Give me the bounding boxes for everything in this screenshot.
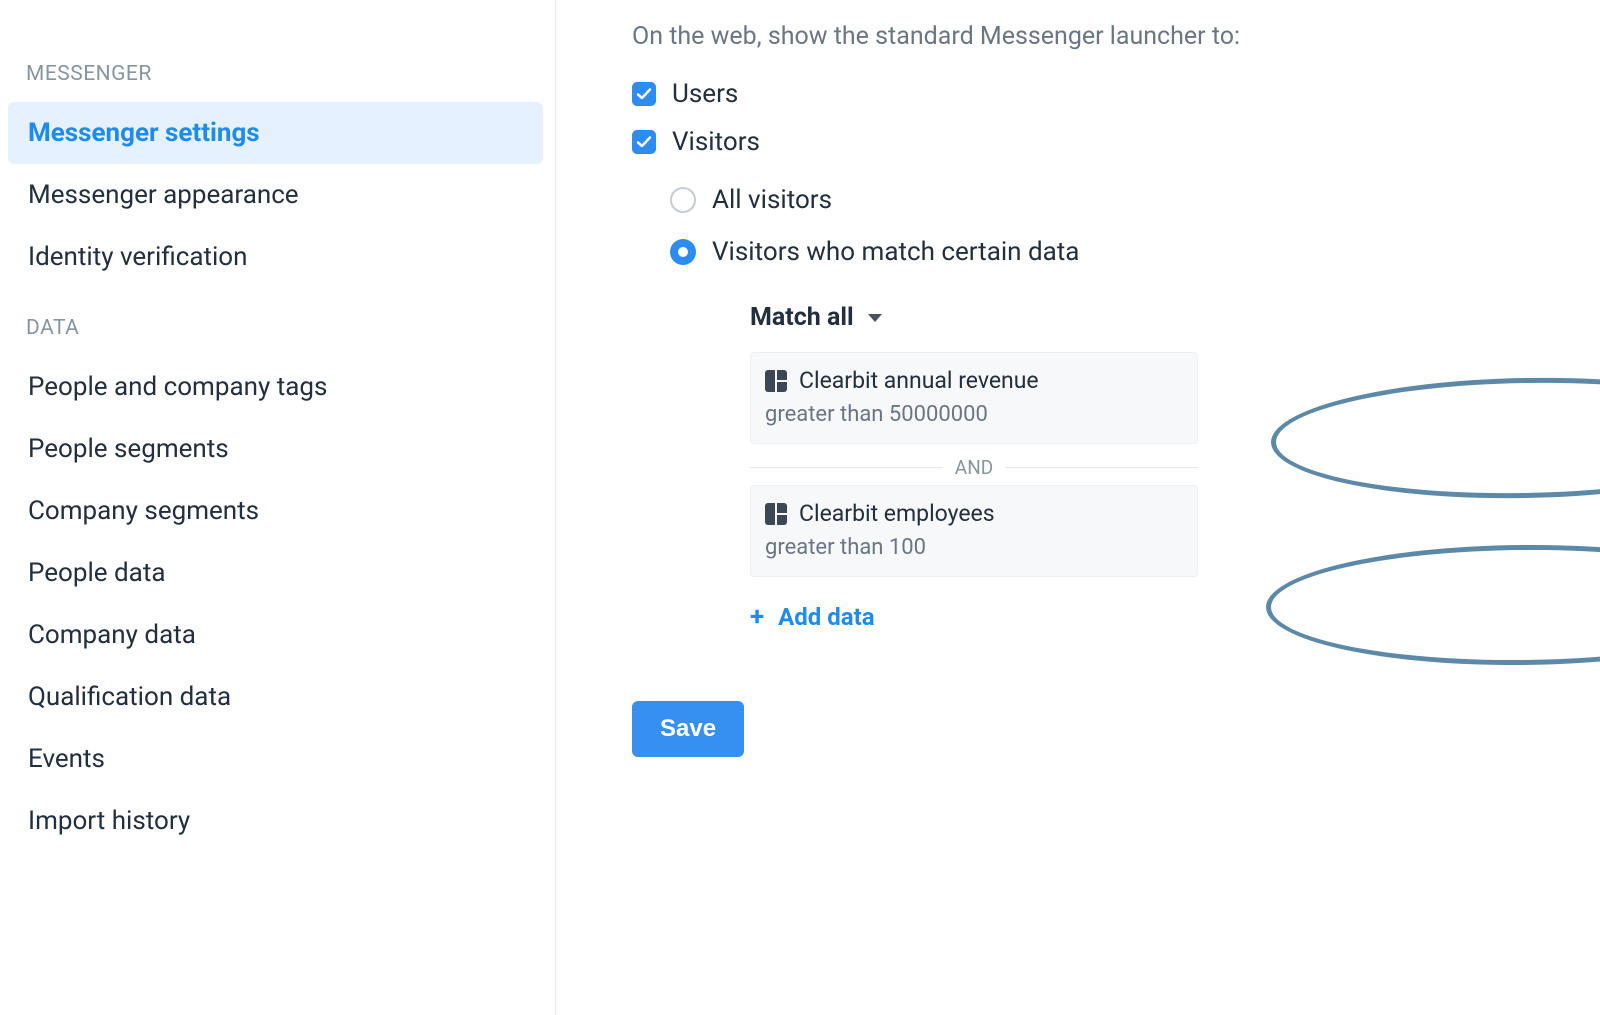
checkbox-label: Visitors	[672, 127, 760, 157]
radio-match-data[interactable]: Visitors who match certain data	[670, 237, 1560, 267]
sidebar-item-import-history[interactable]: Import history	[8, 790, 543, 852]
clearbit-icon	[765, 503, 787, 525]
sidebar-item-messenger-settings[interactable]: Messenger settings	[8, 102, 543, 164]
rule-card-employees[interactable]: Clearbit employees greater than 100	[750, 485, 1198, 577]
radio-label: Visitors who match certain data	[712, 237, 1079, 267]
sidebar-item-people-segments[interactable]: People segments	[8, 418, 543, 480]
sidebar-item-label: People segments	[28, 434, 229, 464]
main-panel: On the web, show the standard Messenger …	[556, 0, 1600, 1015]
chevron-down-icon	[868, 314, 882, 322]
sidebar-item-label: Messenger settings	[28, 118, 260, 148]
sidebar-item-label: People and company tags	[28, 372, 327, 402]
sidebar-item-people-company-tags[interactable]: People and company tags	[8, 356, 543, 418]
sidebar-item-label: Import history	[28, 806, 190, 836]
sidebar-item-label: People data	[28, 558, 165, 588]
checkbox-row-users[interactable]: Users	[632, 79, 1560, 109]
radio-label: All visitors	[712, 185, 832, 215]
radio-icon	[670, 187, 696, 213]
radio-all-visitors[interactable]: All visitors	[670, 185, 1560, 215]
rule-attribute: Clearbit employees	[799, 500, 995, 527]
sidebar-item-company-data[interactable]: Company data	[8, 604, 543, 666]
checkbox-label: Users	[672, 79, 738, 109]
rule-attribute: Clearbit annual revenue	[799, 367, 1039, 394]
radio-icon	[670, 239, 696, 265]
rule-and-separator: AND	[750, 456, 1198, 479]
sidebar-item-label: Company data	[28, 620, 196, 650]
checkbox-icon	[632, 130, 656, 154]
sidebar-item-label: Identity verification	[28, 242, 248, 272]
rule-condition: greater than 100	[765, 535, 1181, 560]
sidebar: MESSENGER Messenger settings Messenger a…	[0, 0, 556, 1015]
sidebar-item-label: Events	[28, 744, 105, 774]
sidebar-item-identity-verification[interactable]: Identity verification	[8, 226, 543, 288]
rule-card-revenue[interactable]: Clearbit annual revenue greater than 500…	[750, 352, 1198, 444]
and-label: AND	[955, 456, 993, 479]
sidebar-item-messenger-appearance[interactable]: Messenger appearance	[8, 164, 543, 226]
checkbox-icon	[632, 82, 656, 106]
match-mode-dropdown[interactable]: Match all	[750, 303, 882, 332]
sidebar-section-header-messenger: MESSENGER	[8, 52, 543, 102]
save-button[interactable]: Save	[632, 701, 744, 757]
sidebar-item-people-data[interactable]: People data	[8, 542, 543, 604]
sidebar-section-header-data: DATA	[8, 306, 543, 356]
sidebar-item-label: Company segments	[28, 496, 259, 526]
plus-icon: +	[750, 604, 764, 630]
sidebar-item-label: Qualification data	[28, 682, 231, 712]
sidebar-item-qualification-data[interactable]: Qualification data	[8, 666, 543, 728]
sidebar-item-label: Messenger appearance	[28, 180, 299, 210]
rule-condition: greater than 50000000	[765, 402, 1181, 427]
match-mode-label: Match all	[750, 303, 854, 332]
section-description: On the web, show the standard Messenger …	[632, 22, 1560, 51]
clearbit-icon	[765, 370, 787, 392]
add-data-label: Add data	[778, 603, 874, 631]
add-data-button[interactable]: + Add data	[750, 603, 875, 631]
checkbox-row-visitors[interactable]: Visitors	[632, 127, 1560, 157]
sidebar-item-company-segments[interactable]: Company segments	[8, 480, 543, 542]
sidebar-item-events[interactable]: Events	[8, 728, 543, 790]
